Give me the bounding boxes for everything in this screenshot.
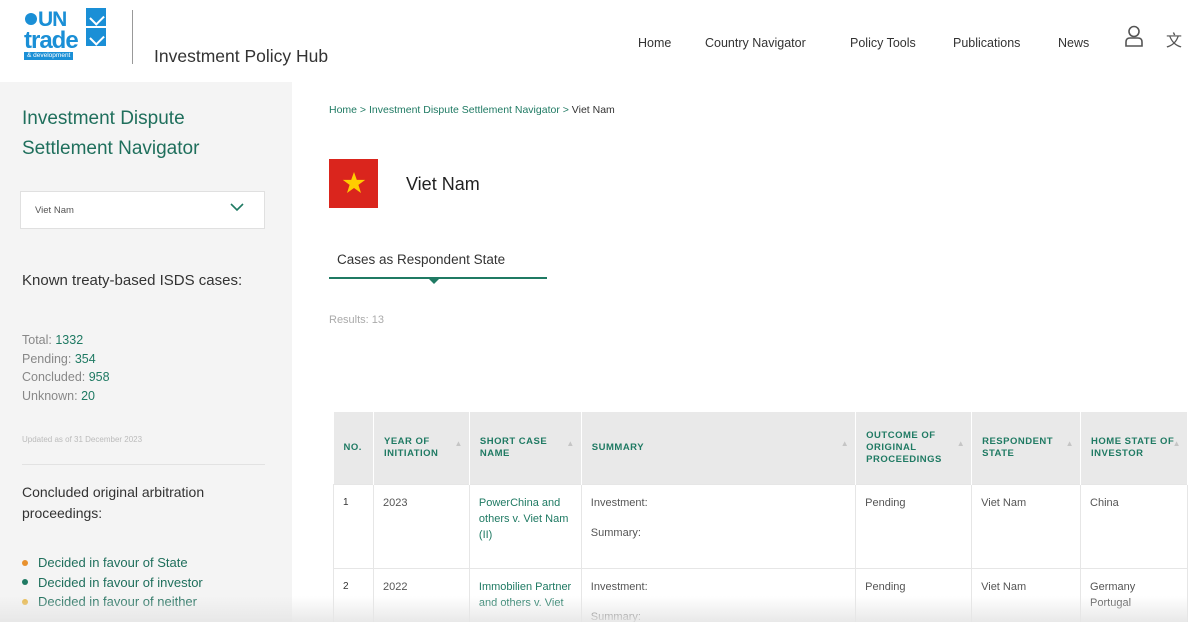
- cell-summary: Investment: Summary:: [580, 567, 857, 622]
- stat-total: Total: 1332: [22, 333, 84, 347]
- col-header-year[interactable]: YEAR OF INITIATION ▲: [373, 412, 470, 484]
- sort-icon: ▲: [454, 439, 463, 448]
- col-header-respondent[interactable]: RESPONDENT STATE ▲: [971, 412, 1082, 484]
- table-row: 1 2023 PowerChina and others v. Viet Nam…: [333, 483, 1188, 569]
- logo-dev-text: & development: [24, 52, 74, 60]
- stat-unknown-value: 20: [81, 388, 95, 403]
- sort-icon: ▲: [956, 439, 966, 448]
- country-select-value: Viet Nam: [35, 205, 74, 216]
- green-dot-icon: [22, 579, 28, 586]
- table-row: 2 2022 Immobilien Partner and others v. …: [333, 567, 1188, 622]
- site-header: UN trade & development Investment Policy…: [0, 0, 1188, 82]
- unctad-logo[interactable]: UN trade & development: [24, 8, 124, 64]
- cell-no: 2: [333, 567, 374, 622]
- language-icon[interactable]: 文: [1166, 27, 1182, 51]
- table-header-row: NO. YEAR OF INITIATION ▲ SHORT CASE NAME ▲…: [333, 412, 1188, 484]
- sidebar-divider: [22, 464, 265, 465]
- col-header-home-state[interactable]: HOME STATE OF INVESTOR ▲: [1080, 412, 1188, 484]
- case-stats: Total: 1332 Pending: 354 Concluded: 958 …: [22, 331, 110, 405]
- col-header-no[interactable]: NO.: [333, 412, 374, 484]
- cell-no: 1: [333, 483, 374, 569]
- vietnam-flag-icon: [329, 159, 378, 208]
- header-divider: [132, 10, 133, 64]
- legend-item-state: Decided in favour of State: [22, 553, 203, 573]
- legend-item-neither: Decided in favour of neither: [22, 592, 203, 612]
- nav-news[interactable]: News: [1058, 36, 1089, 50]
- breadcrumb-home[interactable]: Home: [329, 104, 357, 116]
- results-count: Results: 13: [329, 314, 385, 326]
- stat-pending: Pending: 354: [22, 351, 96, 366]
- nav-publications[interactable]: Publications: [953, 36, 1020, 50]
- updated-note: Updated as of 31 December 2023: [22, 435, 143, 444]
- chevron-down-icon: [230, 203, 244, 212]
- stat-pending-value: 354: [74, 351, 96, 366]
- outcome-legend: Decided in favour of State Decided in fa…: [22, 553, 203, 612]
- sort-icon: ▲: [1065, 439, 1075, 448]
- cases-table: NO. YEAR OF INITIATION ▲ SHORT CASE NAME ▲…: [333, 412, 1188, 622]
- sort-icon: ▲: [566, 439, 575, 448]
- nav-home[interactable]: Home: [638, 36, 671, 50]
- logo-mark-top: [86, 8, 106, 26]
- legend-item-investor: Decided in favour of investor: [22, 573, 203, 593]
- tab-label: Cases as Respondent State: [337, 252, 506, 267]
- logo-trade-text: trade: [24, 27, 79, 54]
- tab-respondent-state[interactable]: Cases as Respondent State: [329, 252, 547, 284]
- stat-total-value: 1332: [55, 333, 84, 347]
- yellow-dot-icon: [22, 598, 28, 605]
- hub-title[interactable]: Investment Policy Hub: [154, 46, 328, 67]
- sort-icon: ▲: [1172, 439, 1181, 448]
- col-header-outcome[interactable]: OUTCOME OF ORIGINAL PROCEEDINGS ▲: [855, 412, 973, 484]
- logo-globe-icon: [25, 13, 37, 25]
- cell-summary: Investment: Summary:: [580, 483, 857, 569]
- concluded-title: Concluded original arbitration proceedin…: [22, 484, 205, 521]
- breadcrumb-section[interactable]: Investment Dispute Settlement Navigator: [369, 104, 560, 116]
- sidebar: Investment Dispute Settlement Navigator …: [0, 82, 292, 622]
- breadcrumb: Home > Investment Dispute Settlement Nav…: [329, 104, 615, 116]
- cell-outcome: Pending: [855, 567, 973, 622]
- cell-case-name-link[interactable]: PowerChina and others v. Viet Nam (II): [468, 483, 582, 569]
- user-icon[interactable]: [1124, 25, 1144, 47]
- star-icon: [342, 172, 366, 193]
- cell-respondent: Viet Nam: [971, 567, 1082, 622]
- cell-outcome: Pending: [855, 483, 973, 569]
- orange-dot-icon: [22, 559, 28, 566]
- nav-policy-tools[interactable]: Policy Tools: [850, 36, 916, 50]
- cell-home-state: Germany Portugal: [1080, 567, 1188, 622]
- cell-year: 2022: [372, 567, 470, 622]
- country-title: Viet Nam: [406, 174, 480, 194]
- cell-respondent: Viet Nam: [971, 483, 1082, 569]
- cell-case-name-link[interactable]: Immobilien Partner and others v. Viet: [468, 567, 582, 622]
- breadcrumb-current: Viet Nam: [571, 104, 615, 116]
- col-header-summary[interactable]: SUMMARY ▲: [581, 412, 857, 484]
- stat-concluded: Concluded: 958: [22, 370, 110, 384]
- sort-icon: ▲: [840, 439, 850, 448]
- stat-unknown: Unknown: 20: [22, 388, 95, 403]
- logo-mark-bottom: [86, 28, 106, 46]
- country-select[interactable]: Viet Nam: [20, 191, 265, 229]
- nav-country-navigator[interactable]: Country Navigator: [705, 36, 806, 50]
- col-header-name[interactable]: SHORT CASE NAME ▲: [469, 412, 582, 484]
- cell-home-state: China: [1080, 483, 1188, 569]
- tab-active-arrow-icon: [429, 279, 439, 284]
- known-cases-title: Known treaty-based ISDS cases:: [22, 272, 243, 289]
- cell-year: 2023: [372, 483, 470, 569]
- sidebar-title: Investment Dispute Settlement Navigator: [22, 108, 200, 159]
- stat-concluded-value: 958: [88, 370, 110, 384]
